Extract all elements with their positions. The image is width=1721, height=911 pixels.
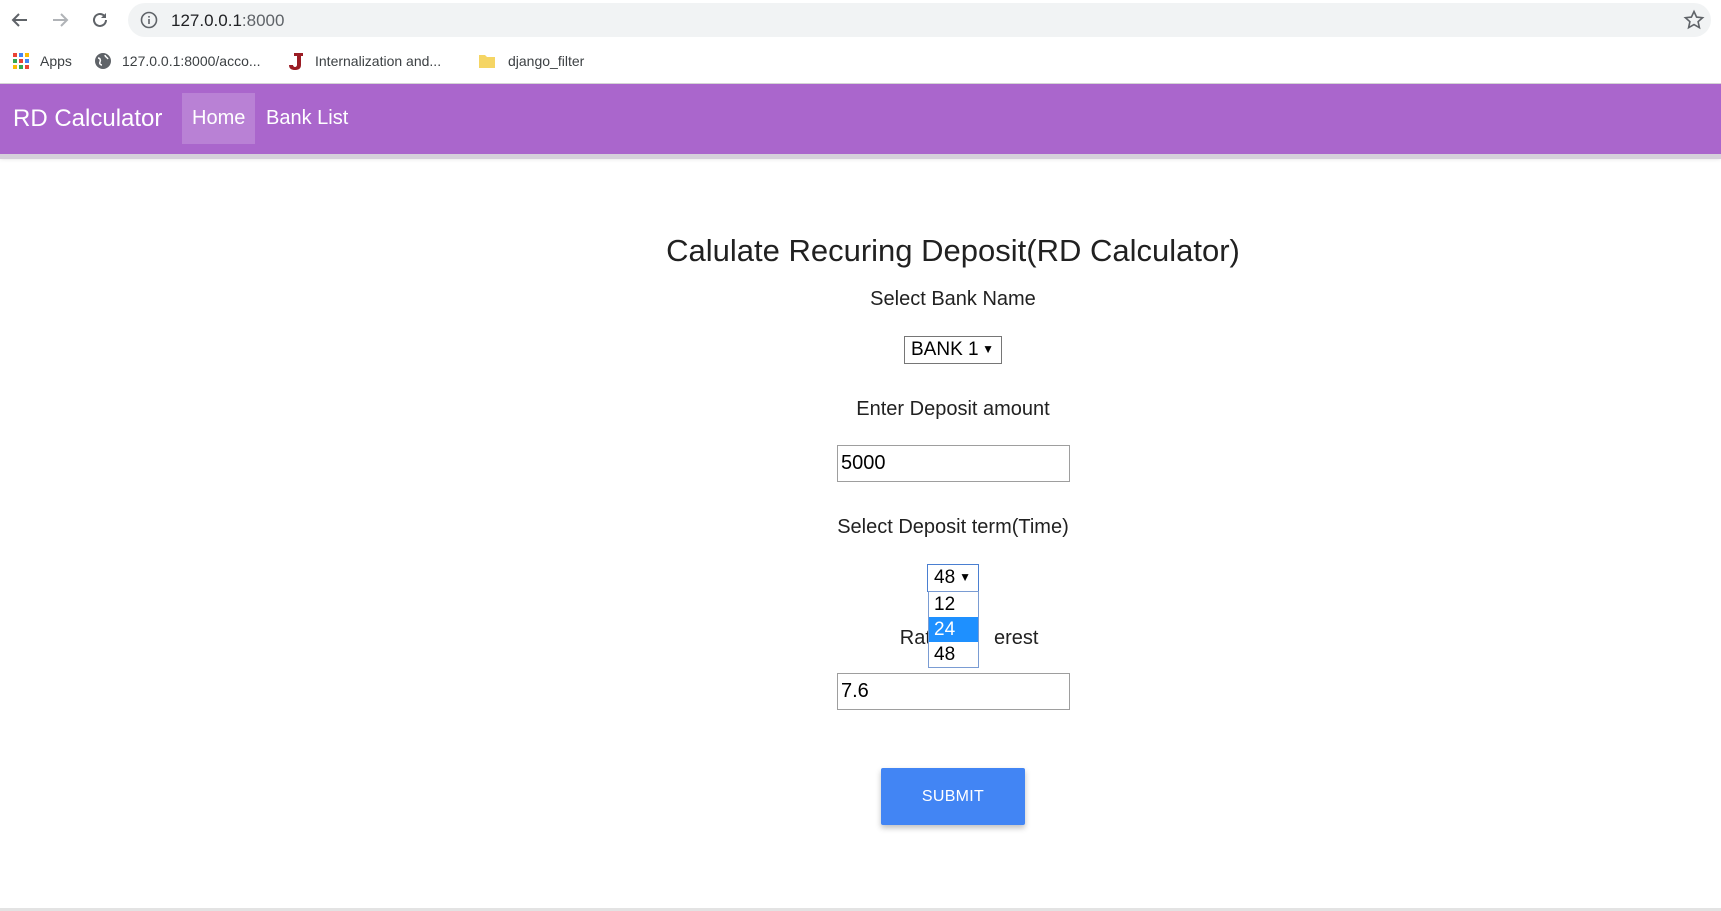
- globe-icon: [94, 52, 112, 70]
- browser-toolbar: 127.0.0.1:8000: [0, 0, 1721, 40]
- back-arrow-icon[interactable]: [6, 6, 34, 34]
- app-navbar: RD Calculator Home Bank List: [0, 84, 1721, 154]
- bank-name-label: Select Bank Name: [870, 288, 1036, 310]
- bookmarks-bar: Apps 127.0.0.1:8000/acco... Internalizat…: [0, 40, 1721, 84]
- deposit-amount-label: Enter Deposit amount: [856, 398, 1050, 420]
- address-bar[interactable]: 127.0.0.1:8000: [128, 3, 1711, 37]
- bank-select-value: BANK 1: [911, 339, 979, 360]
- term-select-value: 48: [934, 567, 956, 588]
- navbar-brand[interactable]: RD Calculator: [13, 105, 162, 133]
- bookmark-label: django_filter: [508, 53, 585, 69]
- folder-icon: [478, 52, 496, 70]
- rate-label-right: erest: [994, 627, 1039, 649]
- bookmark-label: 127.0.0.1:8000/acco...: [122, 53, 261, 69]
- bookmark-label: Apps: [40, 53, 72, 69]
- j-logo-icon: [287, 52, 305, 70]
- bank-select[interactable]: BANK 1 ▼: [904, 336, 1002, 364]
- term-option-48[interactable]: 48: [929, 642, 978, 667]
- navbar-shadow: [0, 154, 1721, 159]
- forward-arrow-icon[interactable]: [46, 6, 74, 34]
- nav-link-bank-list[interactable]: Bank List: [256, 93, 358, 144]
- deposit-amount-input[interactable]: [837, 445, 1070, 482]
- rate-of-interest-input[interactable]: [837, 673, 1070, 710]
- rate-of-interest-label: Rate erest: [0, 627, 1721, 650]
- nav-link-home[interactable]: Home: [182, 93, 256, 144]
- caret-down-icon: ▼: [959, 570, 971, 584]
- deposit-term-label: Select Deposit term(Time): [837, 516, 1069, 538]
- bookmark-accounts[interactable]: 127.0.0.1:8000/acco...: [94, 50, 261, 72]
- page-title: Calulate Recuring Deposit(RD Calculator): [666, 233, 1240, 268]
- term-dropdown-list: 12 24 48: [928, 591, 979, 668]
- submit-button[interactable]: SUBMIT: [881, 768, 1025, 825]
- bookmark-internalization[interactable]: Internalization and...: [287, 50, 441, 72]
- reload-icon[interactable]: [86, 6, 114, 34]
- apps-grid-icon: [12, 52, 30, 70]
- bookmark-star-icon[interactable]: [1683, 9, 1705, 36]
- caret-down-icon: ▼: [982, 342, 994, 356]
- bookmark-apps[interactable]: Apps: [12, 50, 72, 72]
- term-option-12[interactable]: 12: [929, 592, 978, 617]
- bookmark-label: Internalization and...: [315, 53, 442, 69]
- info-icon[interactable]: [140, 11, 158, 34]
- term-option-24[interactable]: 24: [929, 617, 978, 642]
- url-text: 127.0.0.1:8000: [171, 11, 285, 30]
- bookmark-django-filter[interactable]: django_filter: [478, 50, 584, 72]
- term-select[interactable]: 48 ▼: [927, 564, 979, 592]
